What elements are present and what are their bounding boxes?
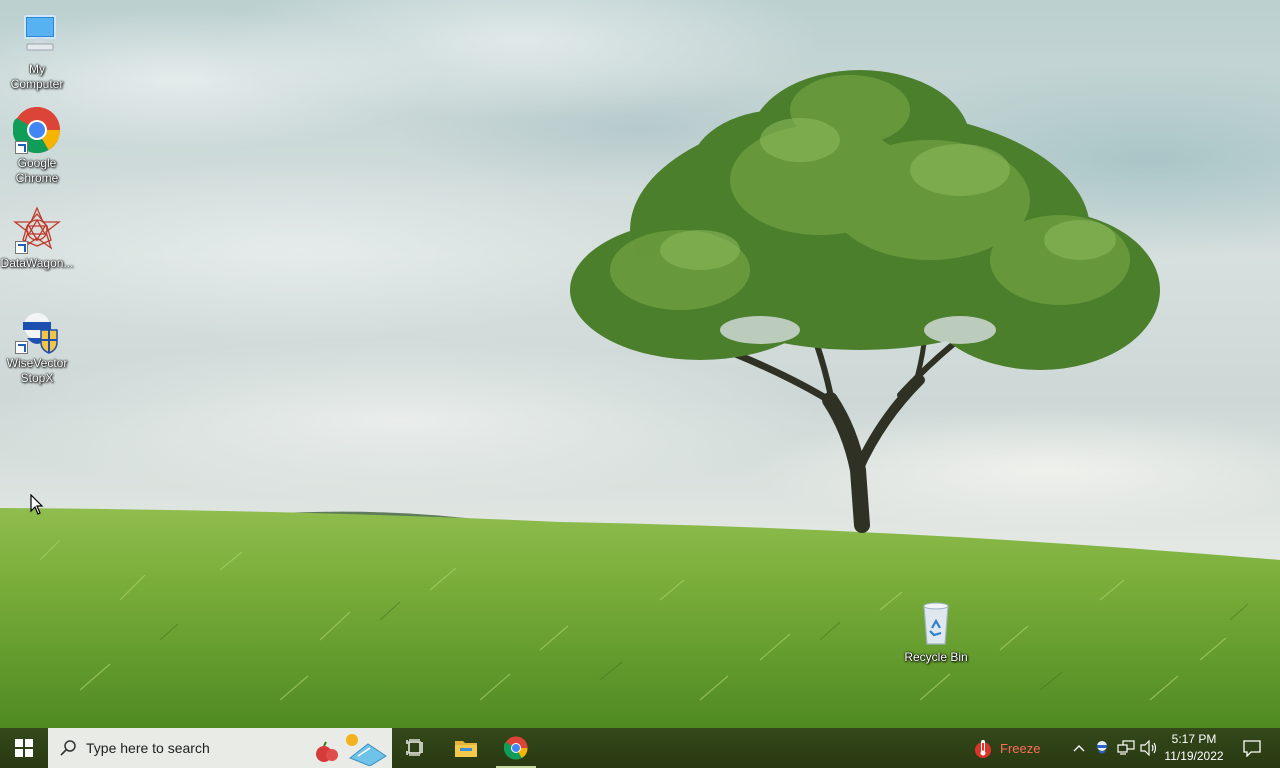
desktop-icon-label: WiseVector StopX (6, 356, 68, 385)
datawagon-icon (13, 206, 61, 254)
monitor-icon (13, 12, 61, 60)
chrome-icon (13, 106, 61, 154)
freeze-tray-button[interactable]: Freeze (972, 728, 1056, 768)
action-center-button[interactable] (1232, 728, 1272, 768)
clock-time: 5:17 PM (1171, 732, 1217, 746)
desktop-icon-google-chrome[interactable]: Google Chrome (0, 106, 74, 186)
task-view-button[interactable] (396, 728, 436, 768)
shortcut-arrow-icon (15, 241, 28, 254)
desktop-icon-label: DataWagon... (0, 256, 74, 270)
taskbar: Type here to search Freeze 5:17 PM 11/19… (0, 728, 1280, 768)
file-explorer-icon (455, 741, 477, 757)
shortcut-arrow-icon (15, 341, 28, 354)
shortcut-arrow-icon (15, 141, 28, 154)
desktop-icon-datawagon[interactable]: DataWagon... (0, 206, 74, 271)
desktop-icon-recycle-bin[interactable]: Recycle Bin (899, 600, 973, 665)
volume-tray-button[interactable] (1139, 728, 1159, 768)
search-highlight-icon (312, 732, 388, 766)
chrome-icon (504, 736, 528, 760)
freeze-label: Freeze (1000, 740, 1041, 756)
file-explorer-button[interactable] (446, 728, 486, 768)
clock-date: 11/19/2022 (1164, 749, 1224, 763)
desktop-icon-label: My Computer (10, 62, 64, 91)
freeze-icon (975, 740, 991, 758)
desktop-icon-label: Recycle Bin (904, 650, 968, 664)
chevron-up-icon (1073, 745, 1085, 752)
desktop-icon-label: Google Chrome (15, 156, 59, 185)
start-icon (15, 739, 33, 757)
show-hidden-icons-button[interactable] (1068, 728, 1090, 768)
chrome-taskbar-button[interactable] (496, 728, 536, 768)
network-icon (1117, 740, 1135, 755)
volume-icon (1140, 740, 1157, 756)
recycle-bin-icon (912, 600, 960, 648)
desktop-icon-wisevector-stopx[interactable]: WiseVector StopX (0, 306, 74, 386)
search-placeholder: Type here to search (86, 740, 210, 756)
wisevector-tray-icon (1097, 741, 1107, 754)
task-view-icon (406, 739, 423, 756)
notification-icon (1243, 740, 1261, 757)
desktop-icon-my-computer[interactable]: My Computer (0, 12, 74, 92)
mouse-cursor-icon (30, 494, 44, 516)
landscape-scene (0, 70, 1280, 728)
start-button[interactable] (0, 728, 48, 768)
taskbar-search-box[interactable]: Type here to search (48, 728, 392, 768)
desktop-wallpaper (0, 0, 1280, 728)
network-tray-button[interactable] (1116, 728, 1136, 768)
search-icon (60, 740, 76, 756)
wisevector-tray-button[interactable] (1092, 728, 1112, 768)
taskbar-clock[interactable]: 5:17 PM 11/19/2022 (1160, 728, 1228, 768)
wisevector-icon (13, 306, 61, 354)
